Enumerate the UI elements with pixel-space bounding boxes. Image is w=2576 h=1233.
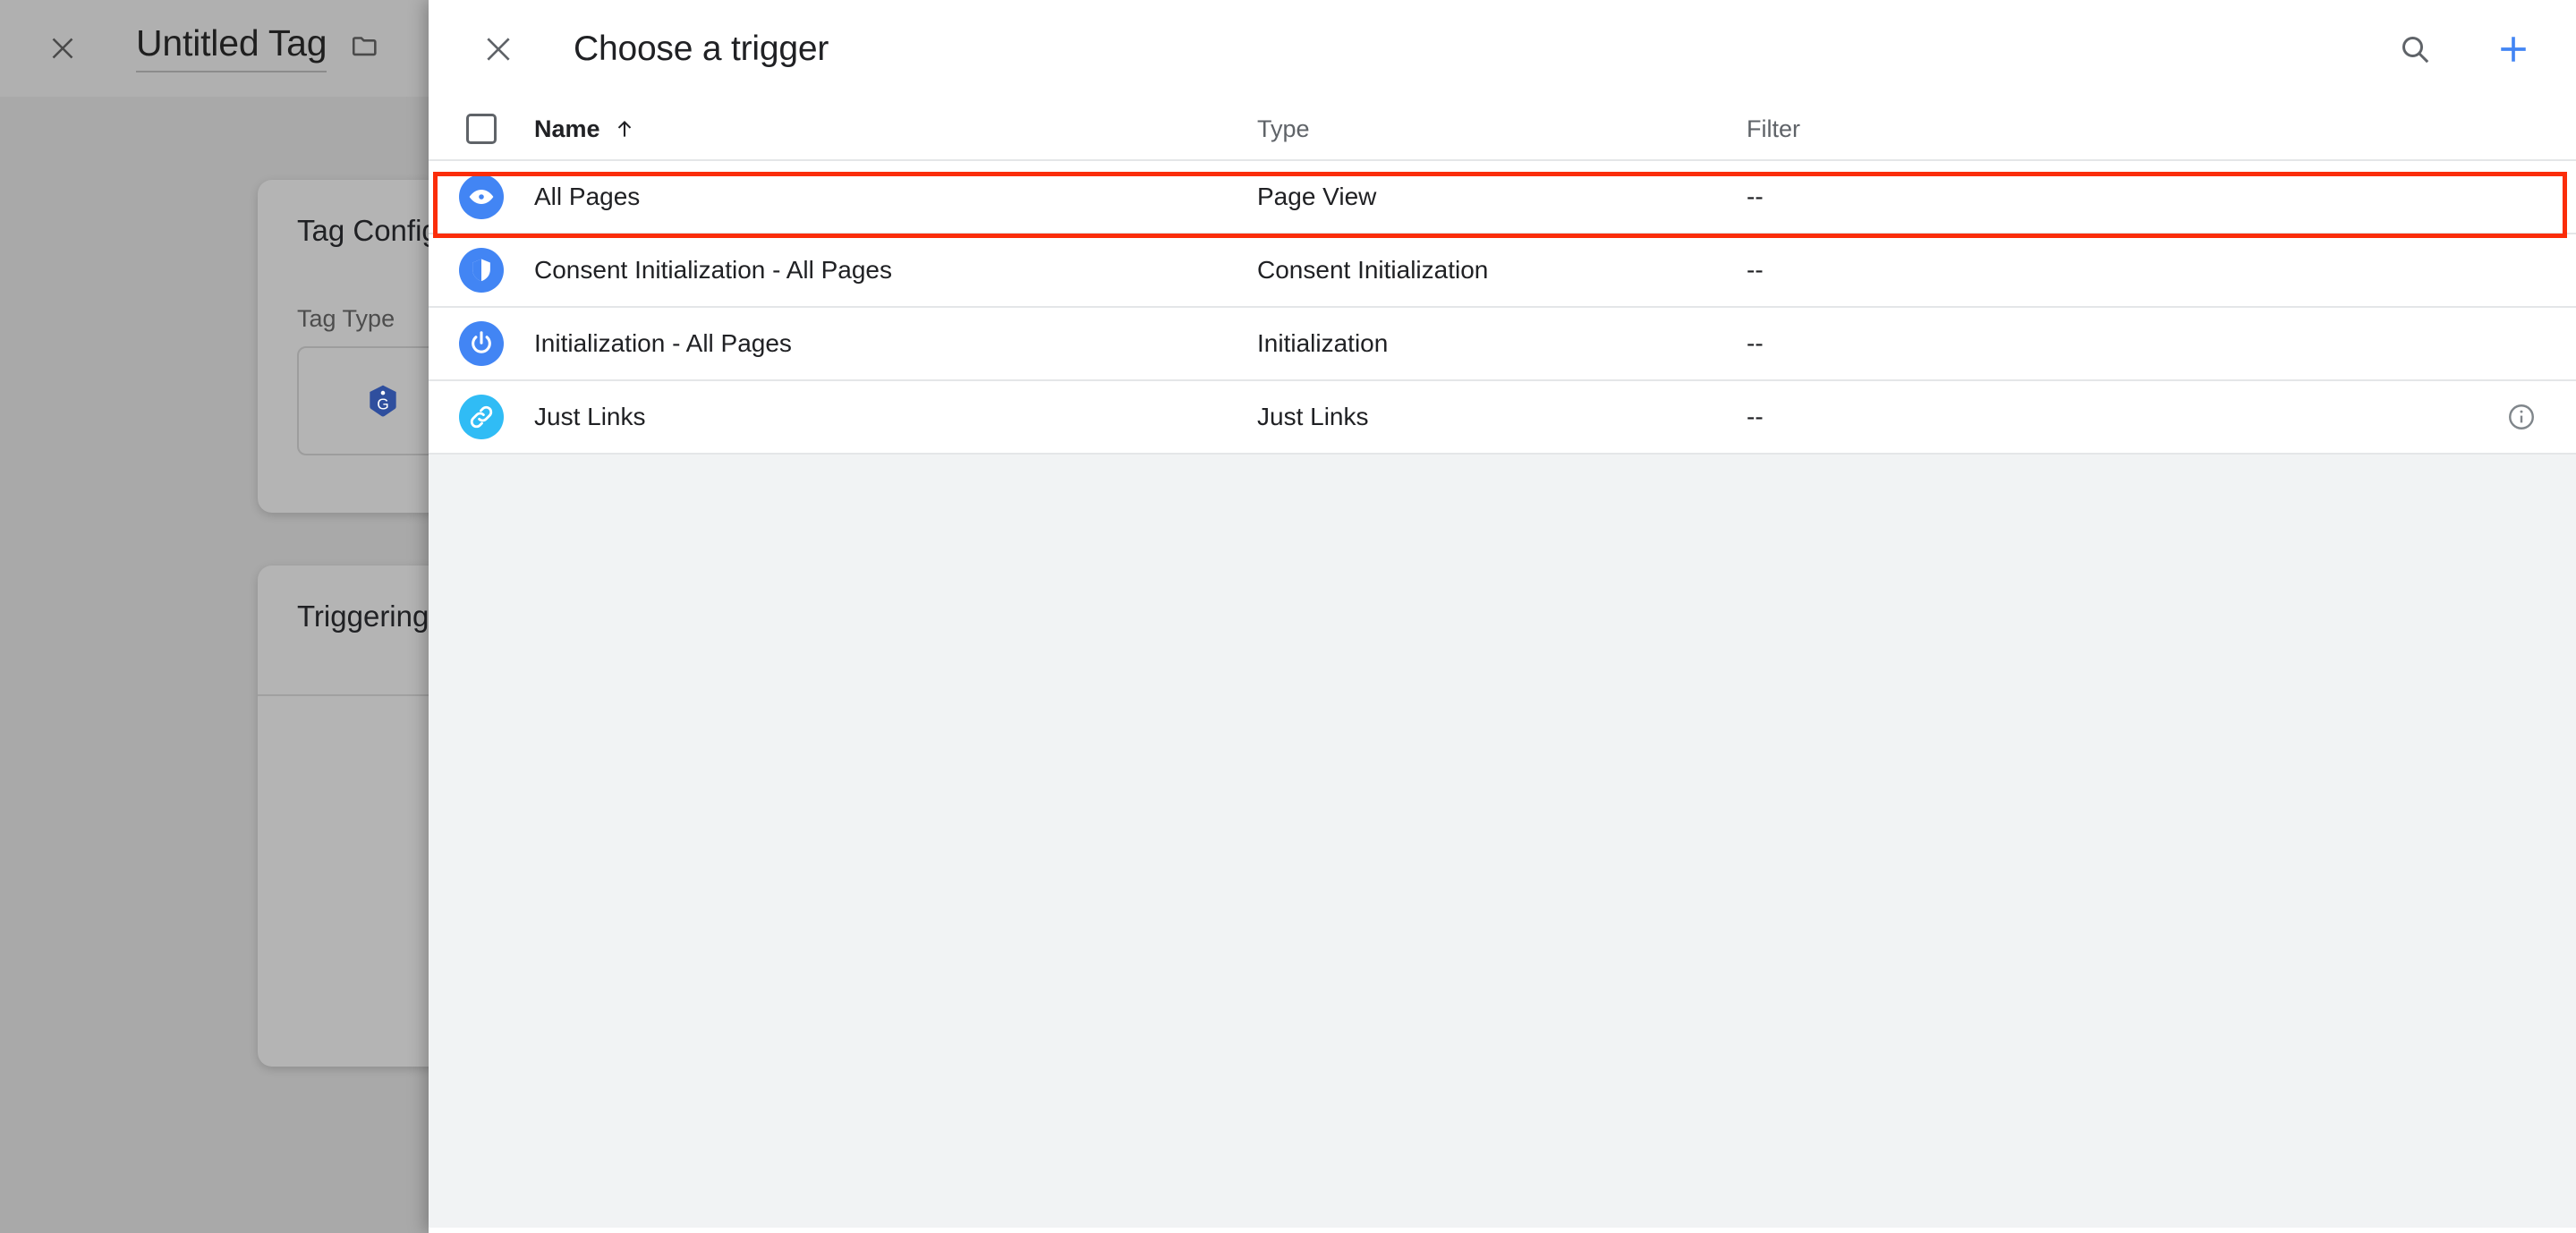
google-tag-icon: G — [363, 382, 403, 426]
eye-icon — [459, 174, 504, 219]
trigger-name: Consent Initialization - All Pages — [534, 256, 892, 284]
svg-text:G: G — [377, 395, 389, 412]
plus-icon[interactable] — [2487, 22, 2540, 76]
tag-name-value: Untitled Tag — [136, 24, 327, 72]
panel-title: Choose a trigger — [574, 30, 829, 68]
row-icon-cell — [429, 248, 534, 293]
panel-header: Choose a trigger — [429, 0, 2576, 98]
cell-name: Just Links — [534, 403, 1257, 431]
folder-icon[interactable] — [350, 30, 380, 72]
cell-type: Initialization — [1257, 329, 1747, 358]
table-header-row: Name Type Filter — [429, 98, 2576, 159]
cell-name: Initialization - All Pages — [534, 329, 1257, 358]
close-icon[interactable] — [43, 29, 82, 68]
row-icon-cell — [429, 321, 534, 366]
select-all-checkbox[interactable] — [429, 114, 534, 144]
sort-ascending-icon — [613, 117, 636, 140]
screen: Untitled Tag Tag Configuration Tag Type — [0, 0, 2576, 1233]
table-row[interactable]: Consent Initialization - All Pages Consen… — [429, 233, 2576, 306]
trigger-type: Page View — [1257, 183, 1377, 210]
table-row[interactable]: All Pages Page View -- — [429, 159, 2576, 233]
cell-type: Just Links — [1257, 403, 1747, 431]
column-header-name[interactable]: Name — [534, 115, 1257, 143]
tag-name-field[interactable]: Untitled Tag — [136, 24, 380, 72]
shield-icon — [459, 248, 504, 293]
trigger-name: Just Links — [534, 403, 646, 430]
trigger-type: Just Links — [1257, 403, 1369, 430]
column-header-filter[interactable]: Filter — [1747, 115, 2576, 143]
trigger-filter: -- — [1747, 403, 1764, 430]
trigger-list: All Pages Page View -- Consent Initializati… — [429, 159, 2576, 453]
trigger-type: Consent Initialization — [1257, 256, 1489, 284]
cell-filter: -- — [1747, 183, 2576, 211]
cell-filter: -- — [1747, 256, 2576, 285]
close-icon[interactable] — [475, 26, 522, 72]
triggering-title: Triggering — [297, 599, 429, 633]
tag-type-label: Tag Type — [297, 305, 395, 332]
cell-type: Consent Initialization — [1257, 256, 1747, 285]
empty-space — [429, 455, 2576, 1228]
cell-filter: -- — [1747, 329, 2576, 358]
row-icon-cell — [429, 395, 534, 439]
trigger-filter: -- — [1747, 329, 1764, 357]
trigger-name: All Pages — [534, 183, 641, 210]
column-header-type[interactable]: Type — [1257, 115, 1747, 143]
info-icon[interactable] — [2506, 402, 2537, 432]
trigger-type: Initialization — [1257, 329, 1389, 357]
trigger-filter: -- — [1747, 256, 1764, 284]
cell-name: Consent Initialization - All Pages — [534, 256, 1257, 285]
row-icon-cell — [429, 174, 534, 219]
power-icon — [459, 321, 504, 366]
cell-filter: -- — [1747, 403, 2576, 431]
cell-type: Page View — [1257, 183, 1747, 211]
link-icon — [459, 395, 504, 439]
panel-header-actions — [2388, 0, 2540, 98]
choose-trigger-panel: Choose a trigger Name Type Filter All Pa… — [429, 0, 2576, 1233]
trigger-filter: -- — [1747, 183, 1764, 210]
cell-name: All Pages — [534, 183, 1257, 211]
table-row[interactable]: Just Links Just Links -- — [429, 379, 2576, 453]
search-icon[interactable] — [2388, 22, 2442, 76]
trigger-name: Initialization - All Pages — [534, 329, 792, 357]
table-row[interactable]: Initialization - All Pages Initialization… — [429, 306, 2576, 379]
